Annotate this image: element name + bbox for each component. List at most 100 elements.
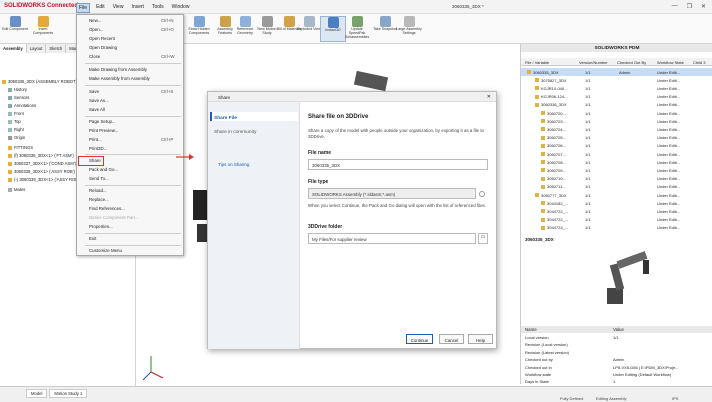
tree-item[interactable]: 3060338_3DX<1> ('ASSY ROB') bbox=[8, 169, 75, 174]
pdm-state: Under Editi... bbox=[657, 102, 681, 108]
cancel-button[interactable]: Cancel bbox=[439, 334, 464, 344]
menu-item-print3d[interactable]: Print3D... bbox=[89, 146, 107, 151]
menu-item-open[interactable]: Open... Ctrl+O bbox=[89, 27, 174, 32]
col-workflow[interactable]: Workflow State bbox=[657, 60, 684, 65]
maximize-icon[interactable]: ❐ bbox=[687, 3, 692, 10]
take-snapshot-button[interactable]: Take Snapshot bbox=[372, 16, 398, 42]
menu-item-open-drawing[interactable]: Open Drawing bbox=[89, 45, 117, 50]
tree-item[interactable]: Mates bbox=[8, 187, 25, 192]
pdm-row[interactable]: 3060703... 1/1 Under Editi... bbox=[521, 117, 712, 125]
menu-item-make-assembly[interactable]: Make Assembly from Assembly bbox=[89, 76, 150, 81]
tips-link[interactable]: Tips on Sharing bbox=[218, 162, 249, 167]
close-icon[interactable]: ✕ bbox=[701, 3, 706, 10]
tree-root[interactable]: 3060335_3DX (ASSEMBLY ROBOT) bbox=[2, 79, 77, 84]
file-name-input[interactable]: 3060335_3DX bbox=[308, 159, 488, 170]
folder-icon[interactable]: ▭ bbox=[478, 233, 488, 244]
menu-edit[interactable]: Edit bbox=[94, 3, 107, 13]
tab-layout[interactable]: Layout bbox=[27, 44, 47, 53]
pdm-row[interactable]: 3060777_3DX 1/1 Under Editi... bbox=[521, 191, 712, 199]
menu-item-print[interactable]: Print... Ctrl+P bbox=[89, 137, 173, 142]
col-child[interactable]: Child 3 bbox=[693, 60, 705, 65]
menu-item-reload[interactable]: Reload... bbox=[89, 188, 107, 193]
continue-button[interactable]: Continue bbox=[406, 334, 433, 344]
menu-item-save[interactable]: Save Ctrl+S bbox=[89, 89, 173, 94]
folder-input[interactable]: My Files/For supplier review bbox=[308, 233, 476, 244]
tree-item[interactable]: FITTINGS bbox=[8, 145, 33, 150]
pdm-row[interactable]: 3075827_3DX 1/1 Under Editi... bbox=[521, 76, 712, 84]
pdm-row[interactable]: KGJR10-040... 1/1 Under Editi... bbox=[521, 84, 712, 92]
pdm-row[interactable]: 3060710... 1/1 Under Editi... bbox=[521, 175, 712, 183]
menu-file[interactable]: File bbox=[76, 3, 91, 13]
menu-item-make-drawing[interactable]: Make Drawing from Assembly bbox=[89, 67, 147, 72]
tree-item[interactable]: Right bbox=[8, 127, 24, 132]
tree-item[interactable]: (f) 3060336_3DX<1> ('FT ASM') bbox=[8, 153, 74, 158]
tree-item[interactable]: 3060337_3DX<1> ('COND ASM') bbox=[8, 161, 76, 166]
pdm-row[interactable]: 3044723_... 1/1 Under Editi... bbox=[521, 224, 712, 232]
menu-item-find-references[interactable]: Find References... bbox=[89, 206, 125, 211]
help-button[interactable]: Help bbox=[468, 334, 493, 344]
menu-separator bbox=[85, 185, 181, 186]
menu-tools[interactable]: Tools bbox=[150, 3, 166, 13]
pdm-file-name: KGJR06-124... bbox=[541, 94, 568, 100]
pdm-row[interactable]: 3060707... 1/1 Under Editi... bbox=[521, 150, 712, 158]
menu-view[interactable]: View bbox=[111, 3, 126, 13]
menu-item-pack-and-go[interactable]: Pack and Go... bbox=[89, 167, 118, 172]
edit-component-button[interactable]: Edit Component bbox=[2, 16, 28, 42]
tree-item[interactable]: Annotations bbox=[8, 103, 36, 108]
tree-item[interactable]: (-) 3060339_3DX<1> ('ASSY ROB') bbox=[8, 177, 80, 182]
menu-item-replace[interactable]: Replace... bbox=[89, 197, 109, 202]
pdm-row[interactable]: 3060711... 1/1 Under Editi... bbox=[521, 183, 712, 191]
menu-insert[interactable]: Insert bbox=[129, 3, 146, 13]
pdm-row[interactable]: 3060704... 1/1 Under Editi... bbox=[521, 125, 712, 133]
pdm-row[interactable]: 3060335_3DX 1/1 Admin Under Editi... bbox=[521, 68, 712, 76]
menu-item-new[interactable]: New... Ctrl+N bbox=[89, 18, 174, 23]
tree-item[interactable]: Sensors bbox=[8, 95, 29, 100]
col-version[interactable]: Version/Number bbox=[579, 60, 608, 65]
pdm-row[interactable]: 3060705... 1/1 Under Editi... bbox=[521, 134, 712, 142]
menu-separator bbox=[85, 245, 181, 246]
close-icon[interactable]: ✕ bbox=[487, 94, 491, 100]
tree-item[interactable]: History bbox=[8, 87, 27, 92]
menu-item-close[interactable]: Close Ctrl+W bbox=[89, 54, 175, 59]
tab-sketch[interactable]: Sketch bbox=[46, 44, 67, 53]
menu-item-exit[interactable]: Exit bbox=[89, 236, 96, 241]
menu-item-properties[interactable]: Properties... bbox=[89, 224, 113, 229]
menu-item-open-recent[interactable]: Open Recent bbox=[89, 36, 115, 41]
show-hidden-button[interactable]: Show Hidden Components bbox=[186, 16, 212, 42]
minimize-icon[interactable]: — bbox=[672, 3, 678, 10]
status-units[interactable]: IPS bbox=[672, 396, 678, 401]
menu-item-save-as[interactable]: Save As... bbox=[89, 98, 109, 103]
option-share-file[interactable]: Share File bbox=[214, 116, 237, 121]
tab-model[interactable]: Model bbox=[26, 389, 48, 398]
update-speedpak-button[interactable]: Update SpeedPak Subassemblies bbox=[344, 16, 370, 42]
menu-item-save-all[interactable]: Save All bbox=[89, 107, 105, 112]
tree-item[interactable]: Top bbox=[8, 119, 21, 124]
pdm-row[interactable]: 3044182_... 1/1 Under Editi... bbox=[521, 199, 712, 207]
pdm-row[interactable]: 3060706... 1/1 Under Editi... bbox=[521, 142, 712, 150]
pdm-row[interactable]: 3060700... 1/1 Under Editi... bbox=[521, 109, 712, 117]
menu-item-print-preview[interactable]: Print Preview... bbox=[89, 128, 118, 133]
tree-item[interactable]: Origin bbox=[8, 135, 25, 140]
col-checked-out[interactable]: Checked Out By bbox=[617, 60, 646, 65]
tab-assembly[interactable]: Assembly bbox=[0, 44, 27, 53]
pdm-row[interactable]: KGJR06-124... 1/1 Under Editi... bbox=[521, 93, 712, 101]
pdm-row[interactable]: 3044722_... 1/1 Under Editi... bbox=[521, 216, 712, 224]
pdm-row[interactable]: 3060336_3DX 1/1 Under Editi... bbox=[521, 101, 712, 109]
menu-item-page-setup[interactable]: Page Setup... bbox=[89, 119, 116, 124]
exploded-view-button[interactable]: Exploded View bbox=[296, 16, 322, 42]
tab-motion-study[interactable]: Motion Study 1 bbox=[49, 389, 88, 398]
large-assembly-settings-button[interactable]: Large Assembly Settings bbox=[396, 16, 422, 42]
insert-components-button[interactable]: Insert Components bbox=[30, 16, 56, 42]
option-share-community[interactable]: Share in community bbox=[214, 130, 256, 135]
instant3d-button[interactable]: Instant3D bbox=[320, 16, 346, 42]
pdm-row[interactable]: 3060708... 1/1 Under Editi... bbox=[521, 158, 712, 166]
menu-item-share[interactable]: Share bbox=[89, 158, 101, 163]
tree-item[interactable]: Front bbox=[8, 111, 24, 116]
menu-item-send-to[interactable]: Send To... bbox=[89, 176, 109, 181]
col-file[interactable]: File / Variable bbox=[525, 60, 549, 65]
pdm-row[interactable]: 3060709... 1/1 Under Editi... bbox=[521, 166, 712, 174]
pdm-row[interactable]: 3044722_... 1/1 Under Editi... bbox=[521, 207, 712, 215]
file-type-select[interactable]: SOLIDWORKS Assembly (*.sldasm;*.asm) bbox=[308, 188, 476, 199]
menu-item-customize[interactable]: Customize Menu bbox=[89, 248, 122, 253]
menu-window[interactable]: Window bbox=[170, 3, 192, 13]
